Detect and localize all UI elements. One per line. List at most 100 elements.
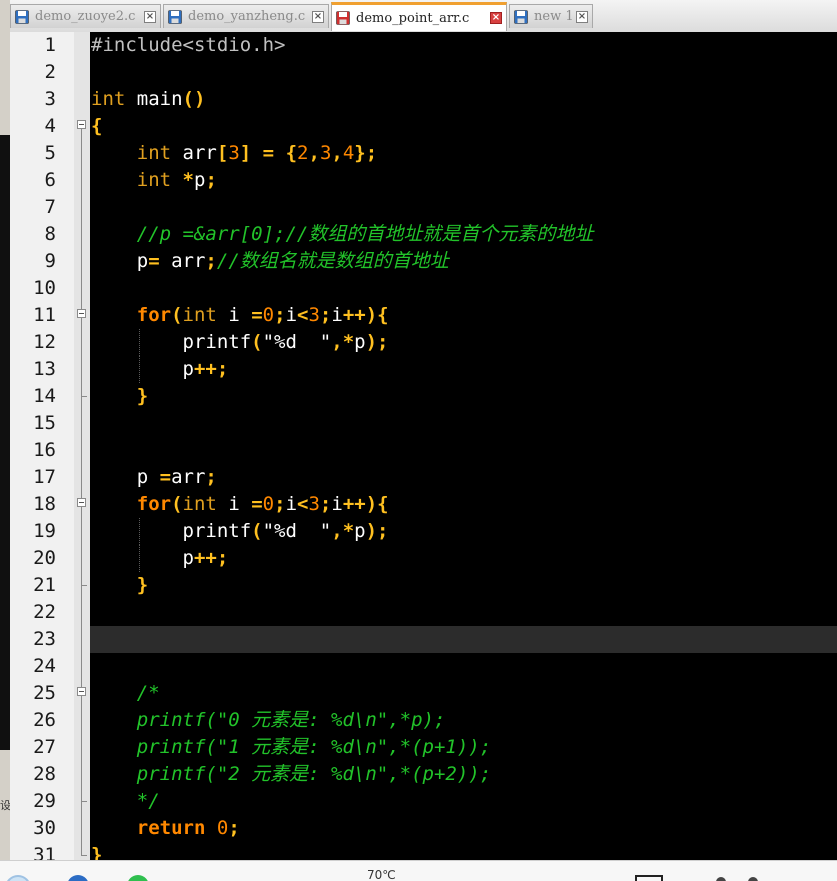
- code-text[interactable]: printf("%d ",*p);: [90, 518, 837, 545]
- code-line[interactable]: 21 }: [10, 572, 837, 599]
- code-line[interactable]: 29 */: [10, 788, 837, 815]
- tab-demo-zuoye2-c[interactable]: demo_zuoye2.c ×: [10, 4, 161, 28]
- code-text[interactable]: int *p;: [90, 167, 837, 194]
- fold-marker[interactable]: [74, 491, 90, 518]
- code-line[interactable]: 31}: [10, 842, 837, 860]
- code-line[interactable]: 5 int arr[3] = {2,3,4};: [10, 140, 837, 167]
- code-line[interactable]: 6 int *p;: [10, 167, 837, 194]
- fold-collapse-icon[interactable]: [77, 309, 86, 318]
- fold-marker[interactable]: [74, 113, 90, 140]
- code-line[interactable]: 24: [10, 653, 837, 680]
- floppy-disk-red-icon: [336, 11, 350, 25]
- code-text[interactable]: }: [90, 383, 837, 410]
- fold-marker: [74, 572, 90, 599]
- code-text[interactable]: }: [90, 572, 837, 599]
- code-text[interactable]: p =arr;: [90, 464, 837, 491]
- code-text[interactable]: {: [90, 113, 837, 140]
- code-line[interactable]: 1 #include<stdio.h>: [10, 32, 837, 59]
- code-line[interactable]: 11 for(int i =0;i<3;i++){: [10, 302, 837, 329]
- code-line[interactable]: 22: [10, 599, 837, 626]
- code-text[interactable]: [90, 59, 837, 86]
- code-text[interactable]: [90, 275, 837, 302]
- tab-bar: demo_zuoye2.c × demo_yanzheng.c × demo_point…: [10, 0, 837, 33]
- code-line[interactable]: 26 printf("0 元素是: %d\n",*p);: [10, 707, 837, 734]
- code-line[interactable]: 30 return 0;: [10, 815, 837, 842]
- window-icon[interactable]: [635, 875, 663, 881]
- code-line[interactable]: 12 printf("%d ",*p);: [10, 329, 837, 356]
- code-text[interactable]: [90, 437, 837, 464]
- code-token: };: [354, 142, 378, 164]
- code-text[interactable]: #include<stdio.h>: [90, 32, 837, 59]
- fold-collapse-icon[interactable]: [77, 498, 86, 507]
- code-text[interactable]: */: [90, 788, 837, 815]
- code-line[interactable]: 15: [10, 410, 837, 437]
- code-line[interactable]: 20 p++;: [10, 545, 837, 572]
- code-line[interactable]: 17 p =arr;: [10, 464, 837, 491]
- fold-marker: [74, 356, 90, 383]
- code-text[interactable]: for(int i =0;i<3;i++){: [90, 302, 837, 329]
- code-line[interactable]: 14 }: [10, 383, 837, 410]
- code-text[interactable]: int arr[3] = {2,3,4};: [90, 140, 837, 167]
- code-line[interactable]: 23: [10, 626, 837, 653]
- code-text[interactable]: printf("%d ",*p);: [90, 329, 837, 356]
- code-text[interactable]: }: [90, 842, 837, 860]
- tab-demo-point-arr-c[interactable]: demo_point_arr.c ×: [331, 2, 507, 31]
- code-text[interactable]: //p =&arr[0];//数组的首地址就是首个元素的地址: [90, 221, 837, 248]
- code-text[interactable]: [90, 410, 837, 437]
- code-line[interactable]: 9 p= arr;//数组名就是数组的首地址: [10, 248, 837, 275]
- close-icon[interactable]: ×: [312, 10, 324, 23]
- line-number: 20: [33, 547, 56, 569]
- code-token: ;: [228, 817, 240, 839]
- line-number: 1: [44, 34, 56, 56]
- code-text[interactable]: [90, 653, 837, 680]
- code-token: arr: [171, 142, 217, 164]
- code-text[interactable]: p++;: [90, 356, 837, 383]
- code-line[interactable]: 13 p++;: [10, 356, 837, 383]
- fold-marker[interactable]: [74, 302, 90, 329]
- code-line[interactable]: 19 printf("%d ",*p);: [10, 518, 837, 545]
- close-icon[interactable]: ×: [490, 12, 502, 24]
- code-text[interactable]: /*: [90, 680, 837, 707]
- code-text[interactable]: [90, 626, 837, 653]
- code-text[interactable]: p++;: [90, 545, 837, 572]
- code-line[interactable]: 4{: [10, 113, 837, 140]
- code-line[interactable]: 8 //p =&arr[0];//数组的首地址就是首个元素的地址: [10, 221, 837, 248]
- code-line[interactable]: 2: [10, 59, 837, 86]
- tab-new-1[interactable]: new 1 ×: [509, 4, 593, 28]
- code-text[interactable]: [90, 599, 837, 626]
- code-text[interactable]: for(int i =0;i<3;i++){: [90, 491, 837, 518]
- code-editor[interactable]: 1 #include<stdio.h> 2 3 int main() 4{5 int ar…: [10, 32, 837, 860]
- wechat-icon[interactable]: [127, 875, 149, 881]
- code-text[interactable]: printf("0 元素是: %d\n",*p);: [90, 707, 837, 734]
- close-icon[interactable]: ×: [144, 10, 156, 23]
- code-line[interactable]: 28 printf("2 元素是: %d\n",*(p+2));: [10, 761, 837, 788]
- code-line[interactable]: 25 /*: [10, 680, 837, 707]
- close-icon[interactable]: ×: [576, 10, 588, 23]
- code-text[interactable]: p= arr;//数组名就是数组的首地址: [90, 248, 837, 275]
- code-line[interactable]: 10: [10, 275, 837, 302]
- search-icon[interactable]: [5, 875, 31, 881]
- tab-demo-yanzheng-c[interactable]: demo_yanzheng.c ×: [163, 4, 329, 28]
- code-text[interactable]: printf("1 元素是: %d\n",*(p+1));: [90, 734, 837, 761]
- fold-collapse-icon[interactable]: [77, 120, 86, 129]
- tray-dot-icon[interactable]: [716, 877, 726, 881]
- code-text[interactable]: return 0;: [90, 815, 837, 842]
- edge-browser-icon[interactable]: [67, 875, 89, 881]
- code-line[interactable]: 27 printf("1 元素是: %d\n",*(p+1));: [10, 734, 837, 761]
- fold-marker: [74, 59, 90, 86]
- fold-marker[interactable]: [74, 680, 90, 707]
- fold-collapse-icon[interactable]: [77, 687, 86, 696]
- code-token: =: [251, 304, 263, 326]
- code-line[interactable]: 18 for(int i =0;i<3;i++){: [10, 491, 837, 518]
- code-text[interactable]: int main(): [90, 86, 837, 113]
- code-token: "%d ": [262, 520, 332, 542]
- code-text[interactable]: [90, 194, 837, 221]
- code-text[interactable]: printf("2 元素是: %d\n",*(p+2));: [90, 761, 837, 788]
- code-line[interactable]: 7: [10, 194, 837, 221]
- tray-dot-icon[interactable]: [748, 877, 758, 881]
- code-line[interactable]: 16: [10, 437, 837, 464]
- code-line[interactable]: 3 int main(): [10, 86, 837, 113]
- fold-marker: [74, 545, 90, 572]
